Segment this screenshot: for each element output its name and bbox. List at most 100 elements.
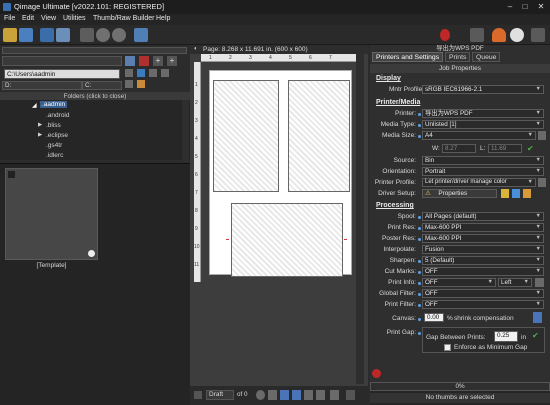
tree-item-eclipse[interactable]: .eclipse: [46, 132, 68, 139]
job-properties-bar[interactable]: Job Properties: [370, 64, 550, 73]
sort-icon[interactable]: [125, 69, 133, 77]
orientation-icon[interactable]: [194, 391, 202, 399]
tab-printers-and-settings[interactable]: Printers and Settings: [372, 52, 444, 62]
tree-item-bliss[interactable]: .bliss: [46, 122, 61, 129]
tab-prints[interactable]: Prints: [445, 52, 471, 62]
print-info-select[interactable]: OFF ▼: [422, 278, 496, 287]
refresh-icon[interactable]: [56, 28, 70, 42]
page-icon[interactable]: [268, 390, 277, 400]
menu-edit[interactable]: Edit: [22, 15, 34, 22]
grid-view-icon[interactable]: [134, 28, 148, 42]
flame-icon[interactable]: [492, 28, 506, 42]
print-filter-select[interactable]: OFF ▼: [422, 300, 544, 309]
menu-view[interactable]: View: [41, 15, 56, 22]
list-icon[interactable]: [161, 69, 169, 77]
tools-icon[interactable]: [137, 80, 145, 88]
tree-item-android[interactable]: .android: [46, 112, 70, 119]
drive-d-field[interactable]: D:: [2, 81, 82, 90]
tree-collapse-icon[interactable]: ▶: [38, 132, 42, 138]
gap-input[interactable]: 0.25: [494, 331, 518, 342]
maximize-button[interactable]: □: [518, 1, 532, 12]
canvas-input[interactable]: 0.00: [424, 313, 444, 322]
poster-res-select[interactable]: Max-600 PPI ▼: [422, 234, 544, 243]
tag-icon[interactable]: [125, 80, 133, 88]
open-folder-icon[interactable]: [3, 28, 17, 42]
enforce-checkbox[interactable]: [444, 344, 451, 351]
orientation-select[interactable]: Portrait ▼: [422, 167, 544, 176]
add-folder-icon[interactable]: +: [167, 56, 177, 66]
clock-icon[interactable]: [510, 28, 524, 42]
interpolate-select[interactable]: Fusion ▼: [422, 245, 544, 254]
printer-profile-select[interactable]: Let printer/driver manage color ▼: [422, 178, 536, 187]
shell-icon[interactable]: [80, 28, 94, 42]
tree-scrollbar[interactable]: [182, 100, 189, 162]
qimage-logo-icon[interactable]: [440, 29, 450, 41]
delete-icon[interactable]: [139, 56, 149, 66]
zoom-icon[interactable]: [256, 390, 265, 400]
folder-icon[interactable]: [523, 189, 531, 198]
tree-item-idlerc[interactable]: .idlerc: [46, 152, 63, 159]
layout-icon[interactable]: [531, 28, 545, 42]
print-slot[interactable]: [213, 80, 279, 192]
drive-c-field[interactable]: C:: [82, 81, 122, 90]
media-type-select[interactable]: Unlisted [1] ▼: [422, 120, 544, 129]
expand-icon[interactable]: [346, 390, 355, 400]
confirm-check-icon[interactable]: ✔: [527, 144, 534, 153]
tree-collapse-icon[interactable]: ▶: [38, 122, 42, 128]
profile-tool-icon[interactable]: [538, 178, 546, 187]
template-thumbnail[interactable]: [5, 168, 98, 260]
global-filter-select[interactable]: OFF ▼: [422, 289, 544, 298]
bookmark-icon[interactable]: [304, 390, 313, 400]
print-info-side-select[interactable]: Left ▼: [498, 278, 532, 287]
print-icon[interactable]: [470, 28, 484, 42]
path-combo-top[interactable]: [2, 47, 187, 54]
page-preview[interactable]: [209, 70, 352, 277]
info-icon[interactable]: [512, 189, 520, 198]
cut-marks-select[interactable]: OFF ▼: [422, 267, 544, 276]
filter-icon[interactable]: [149, 69, 157, 77]
length-field[interactable]: 11.69: [488, 144, 522, 153]
save-profile-icon[interactable]: [501, 189, 509, 198]
menu-help[interactable]: Help: [156, 15, 170, 22]
mode-select[interactable]: Draft: [206, 390, 234, 400]
mntr-profile-select[interactable]: sRGB IEC61966-2.1 ▼: [422, 85, 544, 94]
view-icon[interactable]: [137, 69, 145, 77]
menu-utilities[interactable]: Utilities: [63, 15, 86, 22]
tree-item-gs4tr[interactable]: .gs4tr: [46, 142, 62, 149]
tree-expand-icon[interactable]: ◢: [32, 102, 37, 109]
poster-res-label: Poster Res:: [382, 235, 416, 242]
sharpen-select[interactable]: 5 (Default) ▼: [422, 256, 544, 265]
fit-icon[interactable]: [280, 390, 289, 400]
save-icon[interactable]: [19, 28, 33, 42]
path-field[interactable]: C:\Users\aadmin: [4, 69, 120, 79]
print-res-select[interactable]: Max-600 PPI ▼: [422, 223, 544, 232]
canvas-tool-icon[interactable]: [533, 312, 542, 323]
print-info-edit-icon[interactable]: [535, 278, 544, 287]
properties-button[interactable]: ⚠ Properties: [422, 189, 497, 198]
tab-queue[interactable]: Queue: [472, 52, 501, 62]
menu-thumb-raw-builder[interactable]: Thumb/Raw Builder: [93, 15, 154, 22]
lock-icon[interactable]: [316, 390, 325, 400]
menu-file[interactable]: File: [4, 15, 15, 22]
monitor-icon[interactable]: [40, 28, 54, 42]
rotate-left-icon[interactable]: [96, 28, 110, 42]
print-slot[interactable]: [288, 80, 350, 192]
settings-icon[interactable]: [330, 390, 339, 400]
print-slot[interactable]: [231, 203, 343, 277]
media-size-select[interactable]: A4 ▼: [422, 131, 536, 140]
add-icon[interactable]: +: [153, 56, 163, 66]
source-select[interactable]: Bin ▼: [422, 156, 544, 165]
page-view-icon[interactable]: [292, 390, 301, 400]
close-button[interactable]: ✕: [534, 1, 548, 12]
gap-check-icon[interactable]: ✔: [532, 331, 539, 340]
printer-select[interactable]: 导出为WPS PDF ▼: [422, 109, 544, 118]
width-field[interactable]: 8.27: [442, 144, 476, 153]
spool-select[interactable]: All Pages (default) ▼: [422, 212, 544, 221]
minimize-button[interactable]: –: [503, 1, 517, 12]
tree-item-aadmin[interactable]: .aadmin: [40, 101, 68, 108]
rotate-right-icon[interactable]: [112, 28, 126, 42]
qimage-status-icon[interactable]: [372, 369, 381, 378]
thumb-status-icon[interactable]: [88, 250, 95, 257]
media-size-edit-icon[interactable]: [538, 131, 546, 140]
nav-back-icon[interactable]: [125, 56, 135, 66]
